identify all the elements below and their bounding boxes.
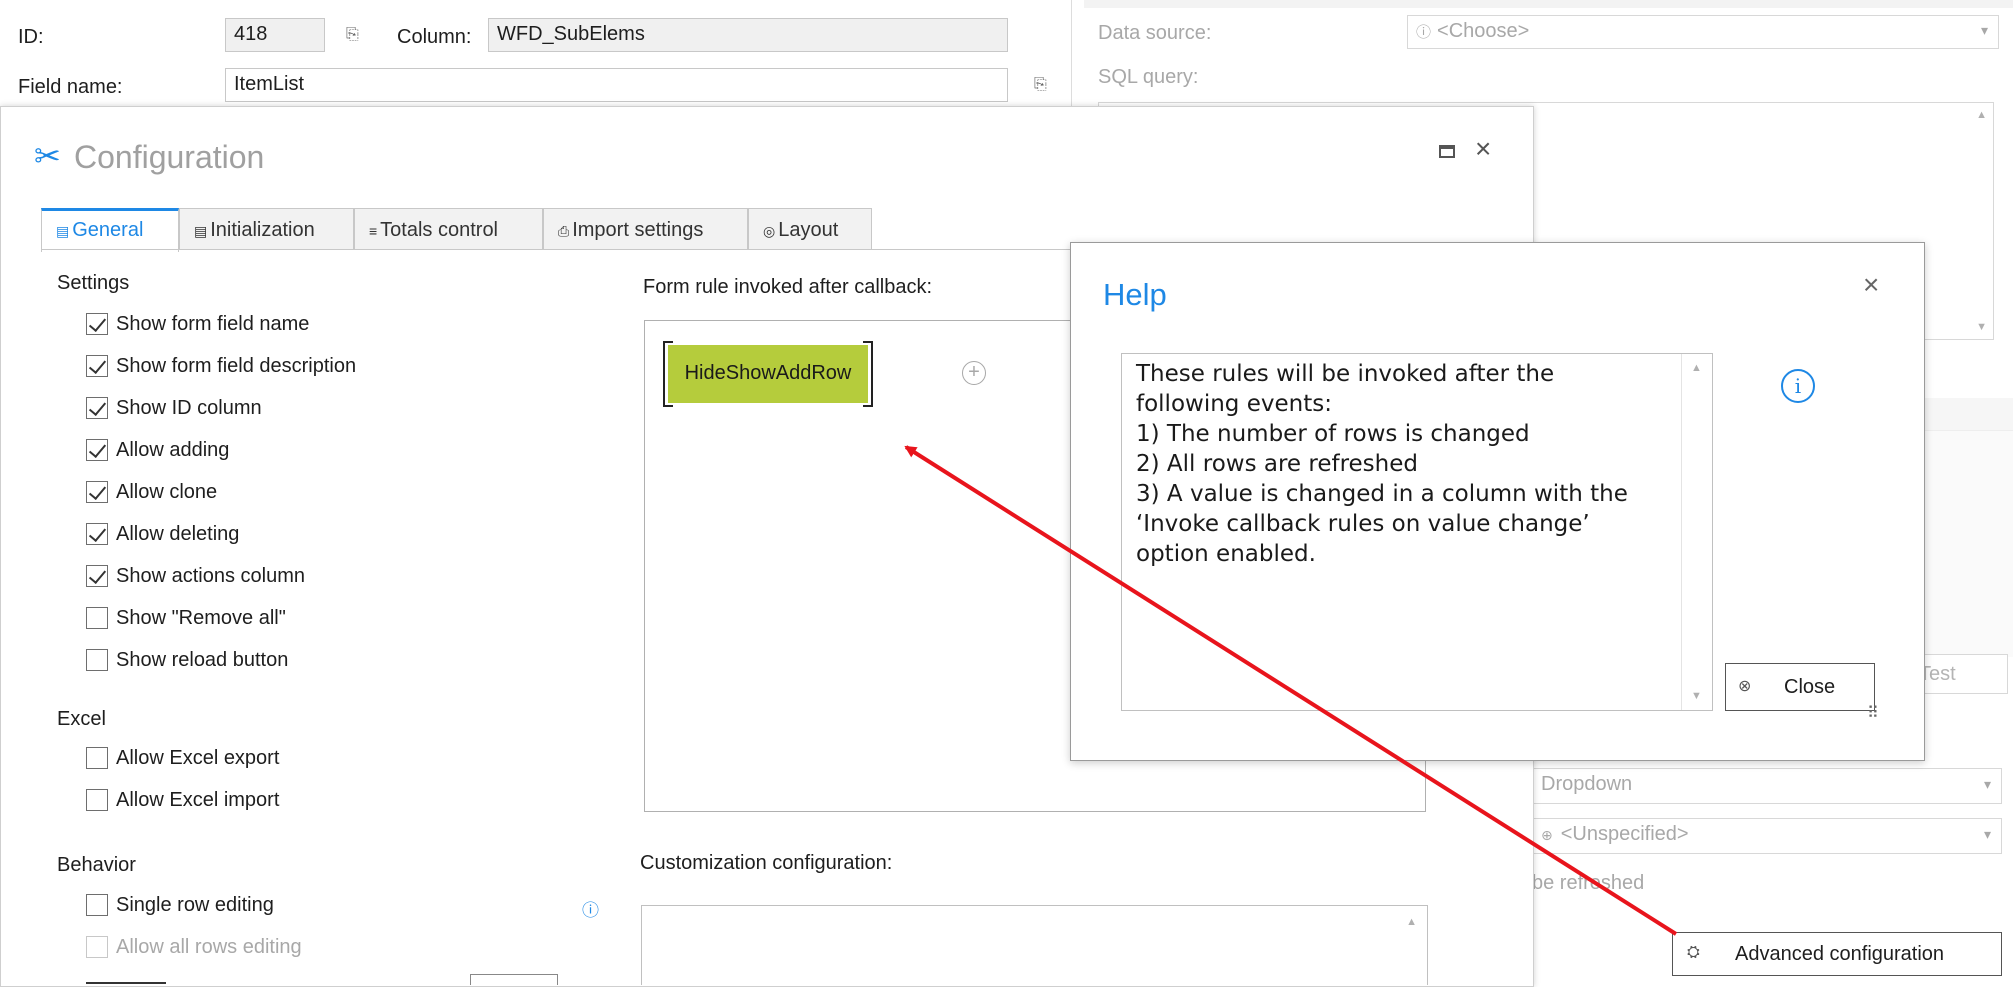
arrow-line bbox=[904, 445, 1678, 936]
annotation-arrow bbox=[904, 445, 1678, 936]
